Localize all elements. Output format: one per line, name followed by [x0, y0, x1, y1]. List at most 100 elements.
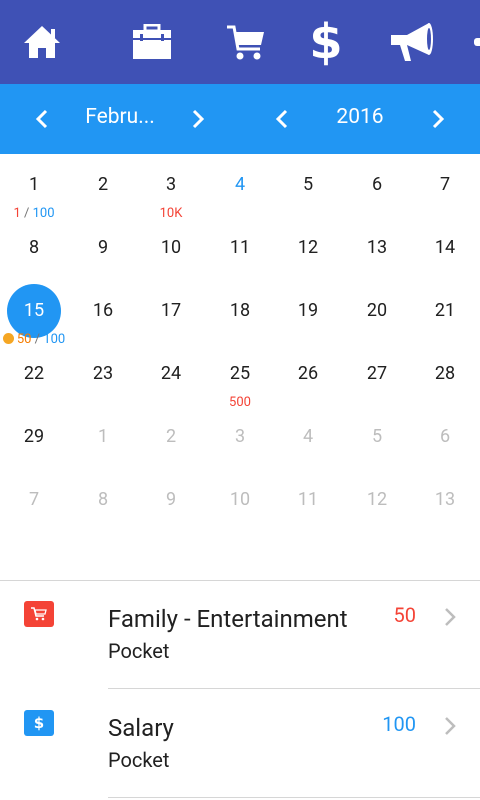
calendar-day[interactable]: 10 [206, 469, 274, 532]
calendar-day[interactable]: 2 [137, 406, 205, 469]
calendar-day[interactable]: 18 [206, 280, 274, 343]
chevron-left-icon [275, 109, 288, 129]
day-number: 3 [165, 174, 177, 195]
transaction-account: Pocket [108, 639, 170, 663]
calendar-day[interactable]: 17 [137, 280, 205, 343]
calendar-day[interactable]: 12 [343, 469, 411, 532]
calendar-day[interactable]: 29 [0, 406, 68, 469]
transaction-amount: 50 [393, 603, 416, 627]
briefcase-icon[interactable] [124, 14, 180, 70]
calendar-day[interactable]: 1 [69, 406, 137, 469]
calendar-day[interactable]: 13 [411, 469, 479, 532]
calendar-day[interactable]: 3 [206, 406, 274, 469]
day-number: 16 [92, 300, 114, 321]
chevron-right-icon [432, 109, 445, 129]
chevron-right-icon [192, 109, 205, 129]
day-number: 11 [229, 237, 251, 258]
calendar-day[interactable]: 11 [274, 469, 342, 532]
calendar-day[interactable]: 16 [69, 280, 137, 343]
calendar-day[interactable]: 11 [206, 217, 274, 280]
calendar-day[interactable]: 26 [274, 343, 342, 406]
transaction-category: Family - Entertainment [108, 605, 348, 633]
calendar-day[interactable]: 11 / 100 [0, 154, 68, 221]
day-number: 7 [28, 489, 40, 510]
top-toolbar: $ [0, 0, 480, 84]
transaction-category: Salary [108, 714, 174, 742]
day-number: 13 [434, 489, 456, 510]
day-number: 18 [229, 300, 251, 321]
day-number: 7 [439, 174, 451, 195]
day-number: 23 [92, 363, 114, 384]
day-number: 10 [160, 237, 182, 258]
calendar-day[interactable]: 22 [0, 343, 68, 406]
year-label[interactable]: 2016 [310, 84, 410, 154]
calendar-day[interactable]: 7 [411, 154, 479, 217]
day-number: 12 [366, 489, 388, 510]
calendar-day[interactable]: 24 [137, 343, 205, 406]
calendar-day[interactable]: 2 [69, 154, 137, 217]
day-number: 22 [23, 363, 45, 384]
calendar-day[interactable]: 27 [343, 343, 411, 406]
day-number: 6 [439, 426, 451, 447]
day-number: 29 [23, 426, 45, 447]
calendar-day[interactable]: 6 [343, 154, 411, 217]
calendar-day[interactable]: 13 [343, 217, 411, 280]
day-number: 3 [234, 426, 246, 447]
transaction-amount: 100 [382, 712, 416, 736]
calendar-day[interactable]: 9 [137, 469, 205, 532]
calendar-day[interactable]: 4 [274, 406, 342, 469]
calendar-day[interactable]: 9 [69, 217, 137, 280]
day-number: 25 [229, 363, 251, 384]
dollar-glyph: $ [33, 714, 45, 732]
home-icon[interactable] [14, 14, 70, 70]
day-number: 9 [97, 237, 109, 258]
calendar-day[interactable]: 21 [411, 280, 479, 343]
calendar-day[interactable]: 15 50 / 100 [0, 280, 68, 347]
calendar-day[interactable]: 14 [411, 217, 479, 280]
day-number: 28 [434, 363, 456, 384]
calendar-day[interactable]: 28 [411, 343, 479, 406]
calendar-day[interactable]: 10 [137, 217, 205, 280]
day-number: 2 [165, 426, 177, 447]
day-number: 11 [297, 489, 319, 510]
calendar-day[interactable]: 19 [274, 280, 342, 343]
day-number: 2 [97, 174, 109, 195]
calendar-day[interactable]: 4 [206, 154, 274, 217]
month-label[interactable]: Febru... [70, 84, 170, 154]
day-number: 4 [302, 426, 314, 447]
day-number: 21 [434, 300, 456, 321]
calendar-day[interactable]: 20 [343, 280, 411, 343]
cart-icon[interactable] [218, 14, 274, 70]
calendar-day[interactable]: 25 500 [206, 343, 274, 410]
calendar-day[interactable]: 12 [274, 217, 342, 280]
dollar-icon[interactable]: $ [298, 14, 354, 70]
day-number: 9 [165, 489, 177, 510]
chevron-right-icon [445, 717, 456, 735]
day-number: 5 [302, 174, 314, 195]
calendar-day[interactable]: 3 10K [137, 154, 205, 221]
calendar-day[interactable]: 7 [0, 469, 68, 532]
day-number: 15 [23, 300, 45, 321]
calendar-day[interactable]: 5 [274, 154, 342, 217]
calendar-day[interactable]: 8 [69, 469, 137, 532]
overflow-indicator [474, 38, 480, 46]
megaphone-icon[interactable] [384, 14, 440, 70]
transaction-row[interactable]: Family - Entertainment Pocket 50 [0, 581, 480, 689]
chevron-right-icon [445, 608, 456, 626]
calendar-day[interactable]: 8 [0, 217, 68, 280]
next-month-button[interactable] [180, 101, 216, 137]
calendar-day[interactable]: 6 [411, 406, 479, 469]
day-number: 17 [160, 300, 182, 321]
day-number: 19 [297, 300, 319, 321]
chevron-left-icon [35, 109, 48, 129]
next-year-button[interactable] [420, 101, 456, 137]
dollar-glyph: $ [309, 14, 343, 70]
day-number: 6 [371, 174, 383, 195]
transaction-row[interactable]: $ Salary Pocket 100 [0, 690, 480, 798]
prev-year-button[interactable] [264, 101, 300, 137]
date-navigator: Febru... 2016 [0, 84, 480, 154]
calendar-day[interactable]: 5 [343, 406, 411, 469]
prev-month-button[interactable] [24, 101, 60, 137]
calendar-day[interactable]: 23 [69, 343, 137, 406]
day-number: 1 [97, 426, 109, 447]
